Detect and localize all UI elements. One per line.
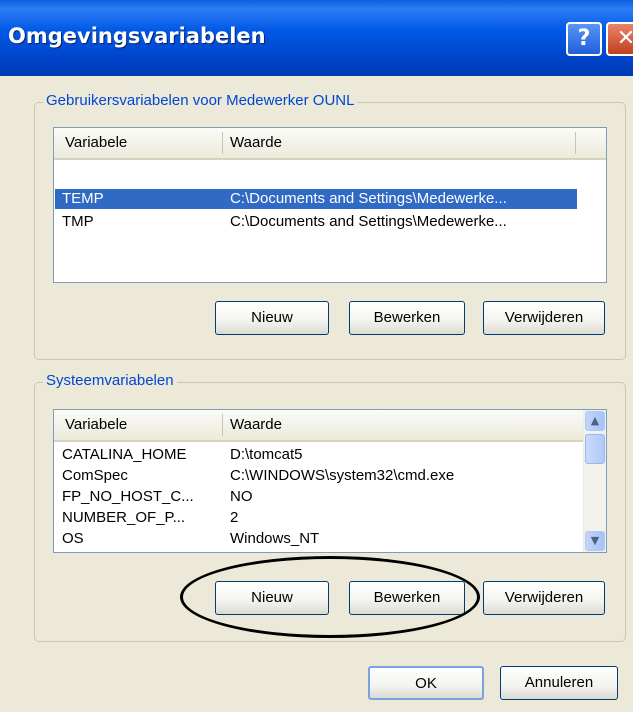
user-delete-button[interactable]: Verwijderen <box>483 301 605 335</box>
list-item[interactable]: ComSpec C:\WINDOWS\system32\cmd.exe <box>55 466 555 486</box>
column-separator[interactable] <box>222 132 223 154</box>
variable-name: TEMP <box>62 190 104 207</box>
variable-value: Windows_NT <box>230 530 320 547</box>
user-variables-group: Gebruikersvariabelen voor Medewerker OUN… <box>34 92 626 360</box>
column-header-variable[interactable]: Variabele <box>65 134 127 151</box>
user-edit-button[interactable]: Bewerken <box>349 301 465 335</box>
environment-variables-dialog: Omgevingsvariabelen ? ✕ Gebruikersvariab… <box>0 0 633 712</box>
variable-name: OS <box>62 530 84 547</box>
variable-value: C:\Documents and Settings\Medewerke... <box>230 213 507 230</box>
list-item[interactable]: FP_NO_HOST_C... NO <box>55 487 555 507</box>
column-separator[interactable] <box>222 414 223 436</box>
list-header: Variabele Waarde <box>54 410 584 442</box>
variable-name: TMP <box>62 213 94 230</box>
system-delete-button[interactable]: Verwijderen <box>483 581 605 615</box>
variable-value: D:\tomcat5 <box>230 446 303 463</box>
vertical-scrollbar[interactable]: ▲ ▼ <box>583 410 606 552</box>
annotation-ellipse <box>180 556 480 638</box>
help-icon[interactable]: ? <box>566 22 602 56</box>
column-header-value[interactable]: Waarde <box>230 416 282 433</box>
variable-value: 2 <box>230 509 239 526</box>
scroll-thumb[interactable] <box>585 434 605 464</box>
column-header-variable[interactable]: Variabele <box>65 416 127 433</box>
system-variables-list[interactable]: Variabele Waarde CATALINA_HOME D:\tomcat… <box>53 409 607 553</box>
column-separator[interactable] <box>575 132 576 154</box>
user-variables-legend: Gebruikersvariabelen voor Medewerker OUN… <box>43 92 358 109</box>
scroll-up-arrow-icon[interactable]: ▲ <box>585 411 605 431</box>
variable-name: FP_NO_HOST_C... <box>62 488 194 505</box>
column-header-value[interactable]: Waarde <box>230 134 282 151</box>
variable-value: C:\WINDOWS\system32\cmd.exe <box>230 467 455 484</box>
close-icon[interactable]: ✕ <box>606 22 633 56</box>
user-new-button[interactable]: Nieuw <box>215 301 329 335</box>
list-item[interactable]: TMP C:\Documents and Settings\Medewerke.… <box>55 212 577 232</box>
variable-name: CATALINA_HOME <box>62 446 187 463</box>
list-item[interactable]: OS Windows_NT <box>55 529 555 549</box>
title-bar[interactable]: Omgevingsvariabelen ? ✕ <box>0 0 633 76</box>
user-variables-list[interactable]: Variabele Waarde TEMP C:\Documents and S… <box>53 127 607 283</box>
cancel-button[interactable]: Annuleren <box>500 666 618 700</box>
list-header: Variabele Waarde <box>54 128 606 160</box>
variable-name: ComSpec <box>62 467 128 484</box>
variable-value: NO <box>230 488 253 505</box>
system-variables-legend: Systeemvariabelen <box>43 372 177 389</box>
scroll-down-arrow-icon[interactable]: ▼ <box>585 531 605 551</box>
window-title: Omgevingsvariabelen <box>8 24 266 48</box>
list-item[interactable]: TEMP C:\Documents and Settings\Medewerke… <box>55 189 577 209</box>
list-item[interactable]: NUMBER_OF_P... 2 <box>55 508 555 528</box>
variable-value: C:\Documents and Settings\Medewerke... <box>230 190 507 207</box>
variable-name: NUMBER_OF_P... <box>62 509 186 526</box>
list-item[interactable]: CATALINA_HOME D:\tomcat5 <box>55 445 555 465</box>
ok-button[interactable]: OK <box>368 666 484 700</box>
